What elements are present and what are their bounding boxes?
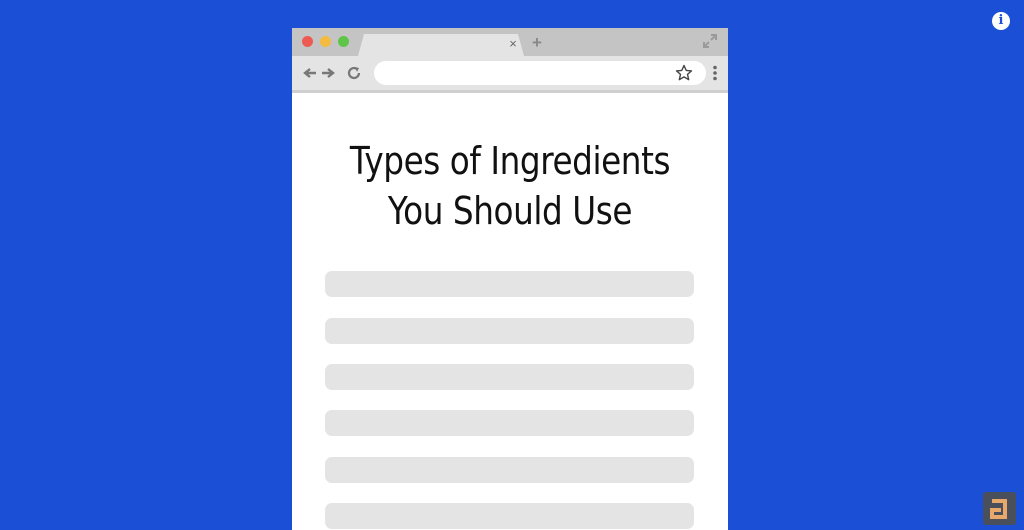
placeholder-text-line [325, 364, 694, 390]
close-window-button[interactable] [302, 36, 313, 47]
browser-tab[interactable] [358, 34, 524, 56]
placeholder-text-line [325, 318, 694, 344]
page-title: Types of Ingredients You Should Use [323, 136, 698, 236]
forward-arrow-icon[interactable] [320, 65, 336, 81]
placeholder-text-line [325, 410, 694, 436]
maximize-window-button[interactable] [338, 36, 349, 47]
placeholder-text-line [325, 271, 694, 297]
new-tab-icon[interactable]: + [530, 34, 544, 51]
minimize-window-button[interactable] [320, 36, 331, 47]
tab-close-icon[interactable]: × [508, 36, 518, 52]
browser-window: × + Types of Ingredients You Should Use [292, 28, 728, 530]
placeholder-text-line [325, 457, 694, 483]
back-arrow-icon[interactable] [302, 65, 318, 81]
page-title-line-2: You Should Use [387, 189, 633, 233]
letter-a-logo [983, 492, 1016, 525]
bookmark-star-icon[interactable] [675, 64, 693, 82]
reload-icon[interactable] [346, 65, 362, 81]
info-icon[interactable]: i [992, 12, 1010, 30]
kebab-menu-icon[interactable] [712, 65, 718, 81]
address-bar[interactable] [374, 61, 706, 85]
toolbar-divider [292, 90, 728, 93]
page-title-line-1: Types of Ingredients [349, 139, 671, 183]
placeholder-text-line [325, 503, 694, 529]
fullscreen-expand-icon[interactable] [702, 33, 718, 49]
